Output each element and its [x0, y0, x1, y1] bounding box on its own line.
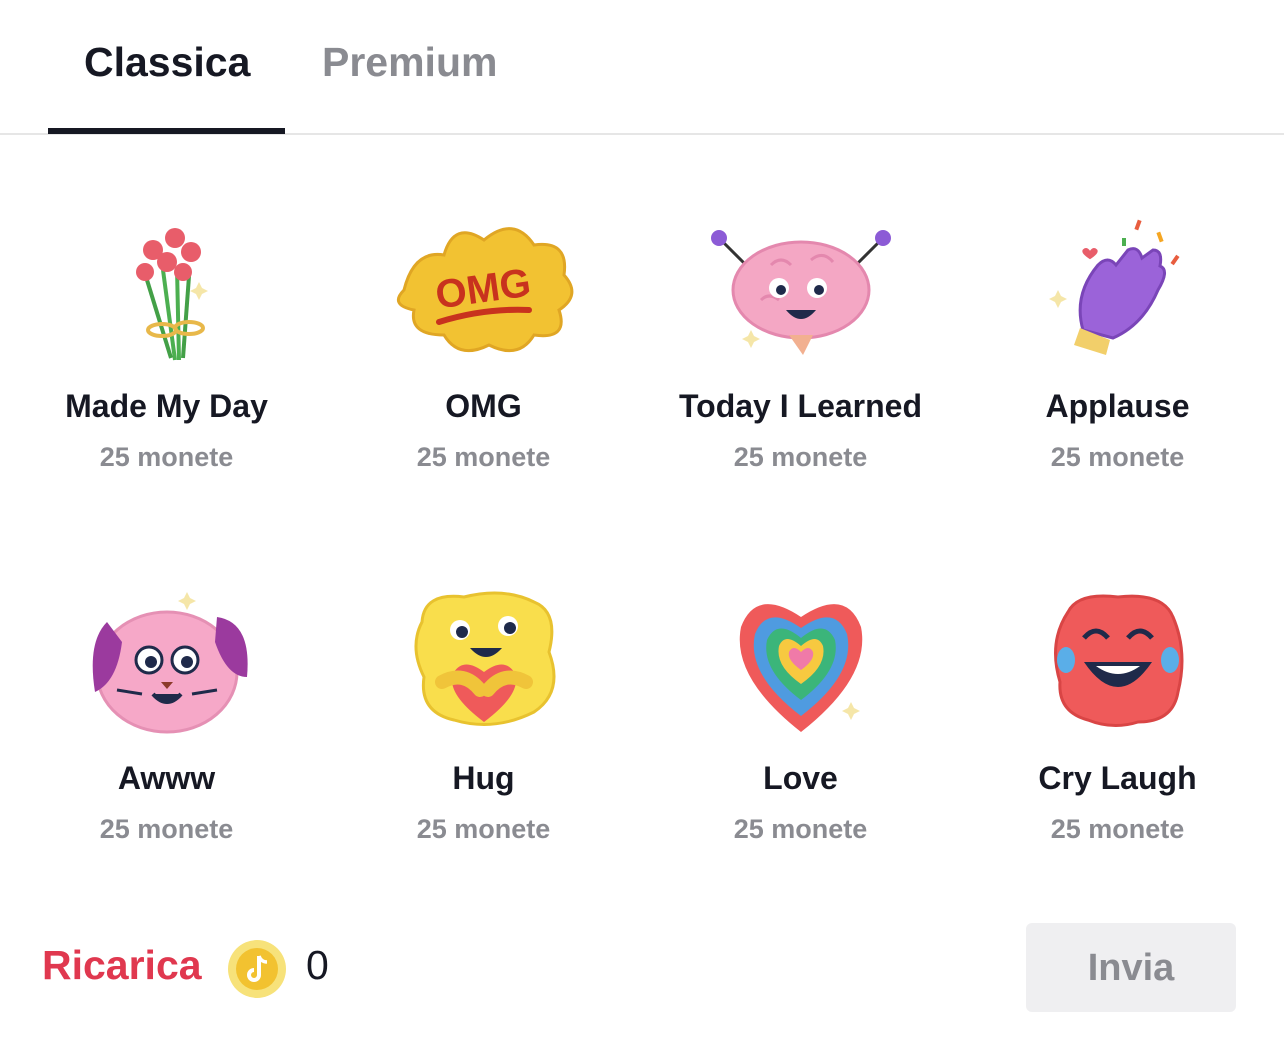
- gift-price: 25 monete: [733, 814, 868, 844]
- gift-price: 25 monete: [99, 814, 234, 844]
- gift-price: 25 monete: [99, 442, 234, 472]
- cry-laugh-face-icon: [959, 582, 1276, 752]
- gift-item-cry-laugh[interactable]: Cry Laugh 25 monete: [959, 582, 1276, 912]
- coin-balance: 0: [306, 942, 329, 988]
- gift-name: Today I Learned: [678, 388, 922, 424]
- brain-icon: [642, 210, 959, 380]
- tab-premium[interactable]: Premium: [322, 36, 497, 88]
- send-button[interactable]: Invia: [1026, 923, 1236, 1012]
- gift-price: 25 monete: [733, 442, 868, 472]
- gift-name: Applause: [1045, 388, 1190, 424]
- recharge-link[interactable]: Ricarica: [42, 942, 202, 989]
- tiktok-coin-icon: [227, 939, 287, 999]
- gift-item-today-i-learned[interactable]: Today I Learned 25 monete: [642, 210, 959, 540]
- gift-item-awww[interactable]: Awww 25 monete: [8, 582, 325, 912]
- gift-price: 25 monete: [416, 814, 551, 844]
- omg-splash-icon: OMG: [325, 210, 642, 380]
- puppy-face-icon: [8, 582, 325, 752]
- gift-name: Love: [763, 760, 838, 796]
- gift-price: 25 monete: [416, 442, 551, 472]
- gift-price: 25 monete: [1050, 442, 1185, 472]
- gift-item-made-my-day[interactable]: Made My Day 25 monete: [8, 210, 325, 540]
- gift-name: OMG: [445, 388, 522, 424]
- hug-heart-icon: [325, 582, 642, 752]
- gift-name: Awww: [117, 760, 216, 796]
- gift-price: 25 monete: [1050, 814, 1185, 844]
- gift-name: Hug: [452, 760, 515, 796]
- active-tab-indicator: [48, 128, 285, 134]
- gift-item-omg[interactable]: OMG OMG 25 monete: [325, 210, 642, 540]
- rainbow-heart-icon: [642, 582, 959, 752]
- clapping-hands-icon: [959, 210, 1276, 380]
- tab-classica[interactable]: Classica: [84, 36, 250, 88]
- gift-item-hug[interactable]: Hug 25 monete: [325, 582, 642, 912]
- gift-item-love[interactable]: Love 25 monete: [642, 582, 959, 912]
- gift-category-tabs: Classica Premium: [0, 0, 1284, 135]
- gift-name: Made My Day: [65, 388, 268, 424]
- gift-item-applause[interactable]: Applause 25 monete: [959, 210, 1276, 540]
- gift-name: Cry Laugh: [1038, 760, 1197, 796]
- rose-bouquet-icon: [8, 210, 325, 380]
